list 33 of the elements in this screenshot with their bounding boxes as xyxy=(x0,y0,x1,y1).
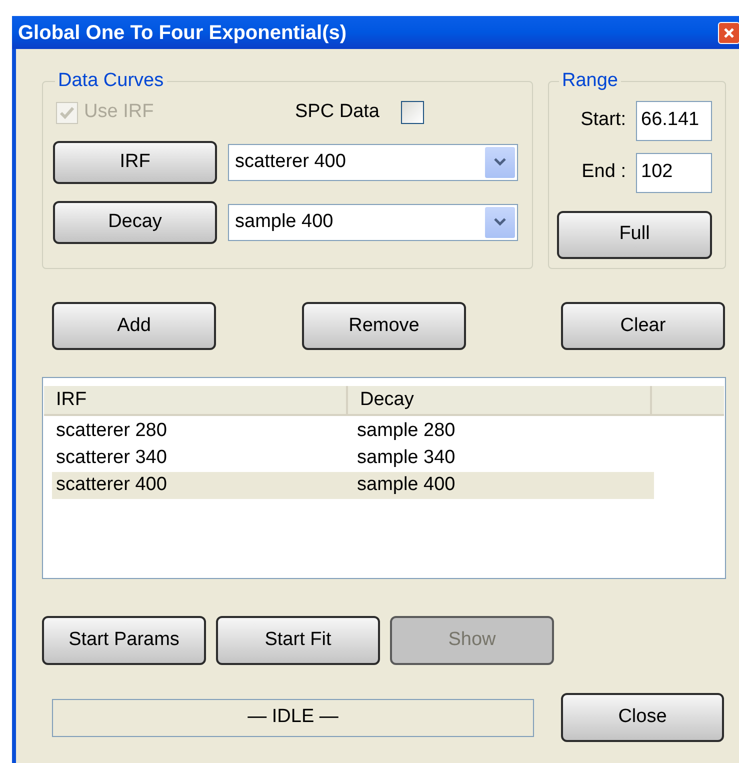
action-button[interactable]: Add xyxy=(52,302,216,350)
check-icon xyxy=(59,104,75,120)
table-cell-text: scatterer 340 xyxy=(55,446,168,470)
field-label: End : xyxy=(582,160,626,184)
table-cell-text: scatterer 400 xyxy=(55,473,168,498)
irf-button[interactable]: IRF xyxy=(53,140,217,184)
table-row[interactable]: scatterer 400 sample 400 xyxy=(52,472,654,499)
checkbox-label: Use IRF xyxy=(84,100,154,124)
fit-button[interactable]: Start Params xyxy=(42,616,206,665)
column-header[interactable]: Decay xyxy=(348,386,652,414)
table-cell-text: sample 340 xyxy=(356,446,456,470)
table-cell-text: scatterer 280 xyxy=(55,419,168,444)
window-title: Global One To Four Exponential(s) xyxy=(18,20,347,46)
table-cell-text: sample 400 xyxy=(356,473,456,498)
checkbox-label: SPC Data xyxy=(295,100,380,124)
input-field[interactable]: 102 xyxy=(636,152,712,192)
full-button[interactable]: Full xyxy=(557,210,712,258)
action-button[interactable]: Remove xyxy=(302,302,466,350)
field-label: Start: xyxy=(580,108,626,132)
decay-button[interactable]: Decay xyxy=(53,200,217,244)
status-field: — IDLE — xyxy=(52,698,534,736)
action-button[interactable]: Clear xyxy=(561,302,725,350)
close-icon[interactable] xyxy=(718,22,739,44)
fit-button[interactable]: Start Fit xyxy=(216,616,380,665)
checkbox[interactable] xyxy=(401,101,424,124)
column-header[interactable]: IRF xyxy=(44,386,348,414)
dropdown[interactable]: sample 400 xyxy=(228,204,518,240)
dropdown[interactable]: scatterer 400 xyxy=(228,144,518,180)
close-button[interactable]: Close xyxy=(561,693,724,742)
group-title: Range xyxy=(561,69,619,93)
group-title: Data Curves xyxy=(57,69,165,93)
table-cell-text: sample 280 xyxy=(356,419,456,444)
input-field[interactable]: 66.141 xyxy=(636,100,712,140)
